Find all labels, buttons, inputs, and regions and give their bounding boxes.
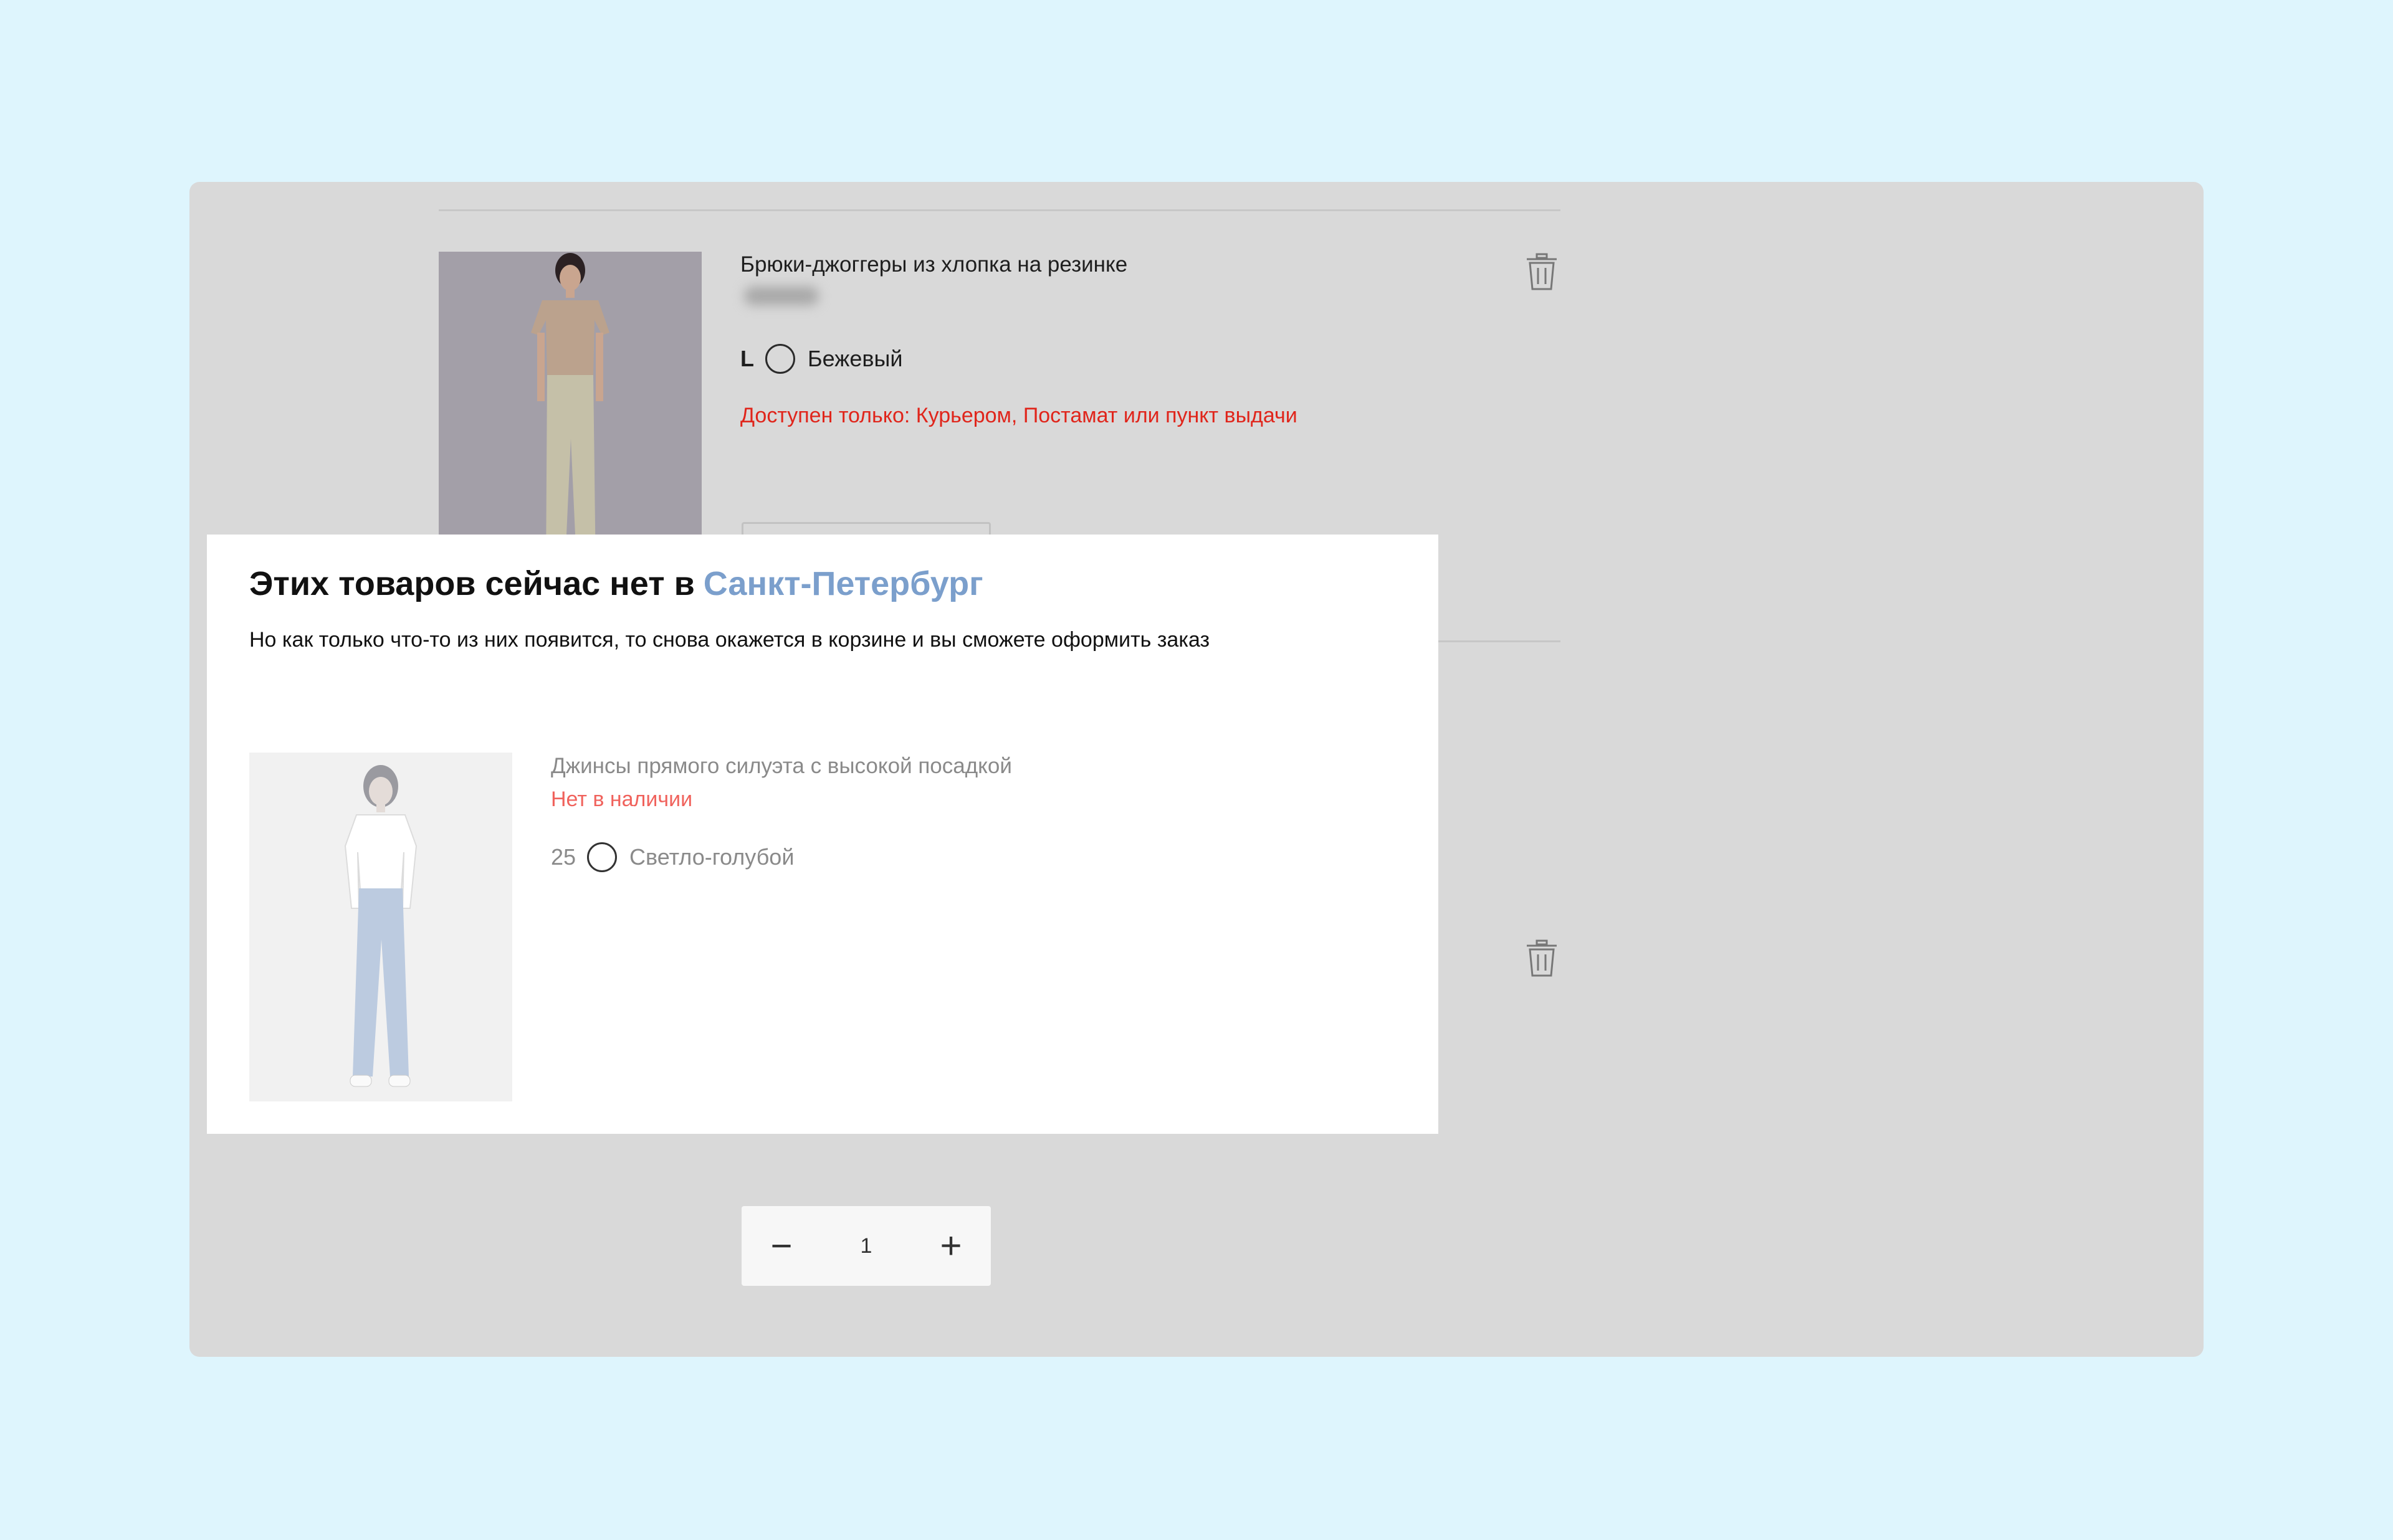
section-subtitle: Но как только что-то из них появится, то… [249, 628, 1210, 652]
product-name[interactable]: Брюки-джоггеры из хлопка на резинке [740, 252, 1127, 277]
city-link[interactable]: Санкт-Петербург [704, 565, 983, 602]
trash-icon[interactable] [1524, 253, 1559, 292]
color-swatch [765, 344, 795, 374]
section-title: Этих товаров сейчас нет в Санкт-Петербург [249, 564, 983, 603]
product-name[interactable]: Джинсы прямого силуэта с высокой посадко… [551, 754, 1012, 779]
delivery-restriction: Доступен только: Курьером, Постамат или … [740, 404, 1297, 427]
product-variant: L Бежевый [740, 344, 902, 374]
quantity-stepper: − 1 + [742, 1206, 991, 1286]
size-label: L [740, 346, 754, 371]
out-of-stock-label: Нет в наличии [551, 787, 693, 811]
divider [439, 209, 1560, 211]
product-variant: 25 Светло-голубой [551, 842, 794, 872]
product-photo[interactable] [249, 753, 512, 1101]
price-blurred [744, 287, 819, 305]
quantity-value: 1 [860, 1233, 872, 1258]
color-label: Светло-голубой [629, 844, 795, 870]
color-label: Бежевый [808, 346, 903, 371]
unavailable-section: Этих товаров сейчас нет в Санкт-Петербург… [207, 535, 1438, 1134]
trash-icon[interactable] [1524, 939, 1559, 978]
increment-button[interactable]: + [911, 1206, 991, 1286]
section-title-text: Этих товаров сейчас нет в [249, 565, 695, 602]
decrement-button[interactable]: − [742, 1206, 821, 1286]
size-label: 25 [551, 844, 576, 870]
color-swatch [587, 842, 618, 872]
